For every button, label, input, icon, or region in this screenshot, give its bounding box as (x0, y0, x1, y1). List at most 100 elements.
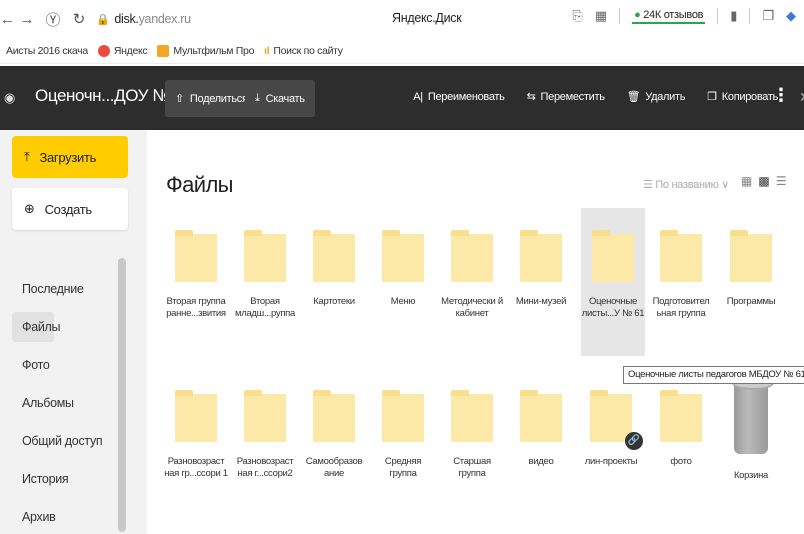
address-bar[interactable]: 🔒 disk. yandex.ru (96, 12, 191, 26)
info-icon[interactable]: ◉ (4, 90, 15, 106)
folder-item[interactable]: Разновозраст ная гр...ссори 1 (164, 390, 228, 480)
folder-item[interactable]: видео (509, 390, 573, 468)
sidebar-nav: Последние Файлы Фото Альбомы Общий досту… (0, 270, 147, 534)
sort-label: По названию (655, 179, 719, 191)
trash-item[interactable]: Корзина (719, 376, 783, 482)
sidebar-item-photos[interactable]: Фото (0, 346, 147, 384)
sidebar-item-files[interactable]: Файлы (12, 312, 61, 342)
page-tab-title: Яндекс.Диск (392, 11, 462, 25)
sort-icon: ☰ (643, 179, 653, 191)
move-label: Переместить (540, 90, 605, 103)
yandex-icon[interactable]: Ⓨ (40, 9, 66, 30)
rename-icon: A| (413, 90, 423, 103)
more-icon[interactable]: ⋮ (772, 85, 790, 106)
folder-icon (660, 390, 702, 442)
folder-item[interactable]: 🔗 лин-проекты (579, 390, 643, 468)
main-content: Файлы ☰ По названию ∨ ▦ ▩ ☰ Вторая групп… (147, 130, 804, 534)
divider (619, 8, 621, 24)
folder-item[interactable]: Меню (371, 230, 435, 308)
dot-icon: ● (634, 8, 641, 21)
forward-icon[interactable]: → (14, 11, 40, 28)
folder-icon (451, 230, 493, 282)
folder-item[interactable]: Методически й кабинет (440, 230, 504, 320)
sidebar-item-recent[interactable]: Последние (0, 270, 147, 308)
folder-item[interactable]: Мини-музей (509, 230, 573, 308)
folder-name: Методически й кабинет (441, 296, 503, 319)
divider (717, 8, 719, 24)
folder-item[interactable]: Вторая младш...руппа (233, 230, 297, 320)
sidebar-item-shared[interactable]: Общий доступ (0, 422, 147, 460)
folder-icon (382, 390, 424, 442)
page-title: Файлы (166, 172, 234, 197)
folder-name: Подготовител ьная группа (652, 296, 710, 319)
view-switch: ▦ ▩ ☰ (741, 174, 786, 188)
close-icon[interactable]: › (800, 86, 804, 107)
bookmark-label: Аисты 2016 скача (6, 44, 88, 57)
folder-name: Меню (390, 296, 416, 307)
copy-button[interactable]: ❐ Копировать (707, 90, 779, 104)
upload-label: Загрузить (39, 149, 97, 165)
folder-item[interactable]: Разновозраст ная г...ссори2 (233, 390, 297, 480)
copy-label: Копировать (721, 90, 779, 103)
folder-name: фото (670, 456, 692, 467)
folder-name: Вторая группа ранне...звития (166, 296, 226, 319)
sort-dropdown[interactable]: ☰ По названию ∨ (643, 178, 729, 191)
folder-item[interactable]: Средняя группа (371, 390, 435, 480)
sidebar-item-archive[interactable]: Архив (0, 498, 147, 534)
create-button[interactable]: ⊕ Создать (12, 188, 128, 230)
download-button[interactable]: ⤓ Скачать (245, 80, 315, 117)
bookmark-label: Яндекс (113, 44, 148, 57)
chart-icon: ıl (264, 44, 270, 57)
folder-item[interactable]: Программы (719, 230, 783, 308)
reviews-badge[interactable]: ● 24К отзывов (632, 8, 706, 24)
bookmark-icon[interactable]: ▮ (730, 8, 737, 24)
plus-circle-icon: ⊕ (24, 201, 35, 216)
collections-icon[interactable]: ❐ (762, 8, 774, 24)
bookmark-item[interactable]: Мультфильм Про (157, 44, 254, 57)
folder-icon (313, 390, 355, 442)
bookmark-item[interactable]: Аисты 2016 скача (6, 45, 88, 57)
delete-button[interactable]: 🗑 Удалить (627, 90, 686, 104)
rename-button[interactable]: A| Переименовать (413, 90, 505, 103)
download-label: Скачать (265, 92, 305, 105)
move-button[interactable]: ⇆ Переместить (526, 90, 605, 104)
tiles-icon[interactable]: ▩ (758, 174, 769, 188)
folder-name: Разновозраст ная гр...ссори 1 (164, 456, 228, 479)
cartoon-icon (157, 44, 170, 57)
folder-name: лин-проекты (584, 456, 638, 467)
folder-item[interactable]: Старшая группа (440, 390, 504, 480)
browser-right-controls: ⎘ ▦ ● 24К отзывов ▮ ❐ ◆ (572, 8, 796, 24)
folder-item[interactable]: Подготовител ьная группа (649, 230, 713, 320)
folder-item[interactable]: Вторая группа ранне...звития (164, 230, 228, 320)
folder-item[interactable]: Самообразов ание (302, 390, 366, 480)
large-tiles-icon[interactable]: ▦ (741, 174, 752, 188)
folder-name: Картотеки (313, 296, 355, 307)
sidebar-item-history[interactable]: История (0, 460, 147, 498)
upload-button[interactable]: ⤒ Загрузить (12, 136, 128, 178)
share-button[interactable]: ⇧ Поделиться (165, 80, 258, 117)
bookmark-item[interactable]: Яндекс (97, 44, 148, 57)
delete-label: Удалить (645, 90, 686, 103)
move-icon: ⇆ (526, 91, 536, 103)
create-label: Создать (44, 201, 93, 217)
folder-item-selected[interactable]: Оценочные листы...У № 61 (581, 208, 645, 356)
folder-icon (244, 230, 286, 282)
reload-icon[interactable]: ↻ (66, 10, 92, 28)
reader-icon[interactable]: ⎘ (572, 8, 582, 24)
link-icon: 🔗 (625, 432, 643, 450)
list-icon[interactable]: ☰ (776, 174, 787, 188)
extension-icon[interactable]: ◆ (786, 8, 796, 24)
folder-name: Средняя группа (384, 456, 422, 479)
file-toolbar: ◉ Оценочн...ДОУ № 61 ⇧ Поделиться ⤓ Скач… (0, 66, 804, 130)
folder-item[interactable]: Картотеки (302, 230, 366, 308)
folder-name: Самообразов ание (305, 456, 363, 479)
folder-name: Вторая младш...руппа (234, 296, 296, 319)
protect-icon[interactable]: ▦ (595, 8, 607, 24)
folder-name: Программы (726, 296, 776, 307)
bookmark-item[interactable]: ıl Поиск по сайту (264, 45, 343, 57)
folder-item[interactable]: фото (649, 390, 713, 468)
sidebar-item-albums[interactable]: Альбомы (0, 384, 147, 422)
back-icon[interactable]: ← (0, 11, 15, 28)
toolbar-actions: A| Переименовать ⇆ Переместить 🗑 Удалить ❐ К… (413, 90, 779, 104)
folder-icon (175, 230, 217, 282)
